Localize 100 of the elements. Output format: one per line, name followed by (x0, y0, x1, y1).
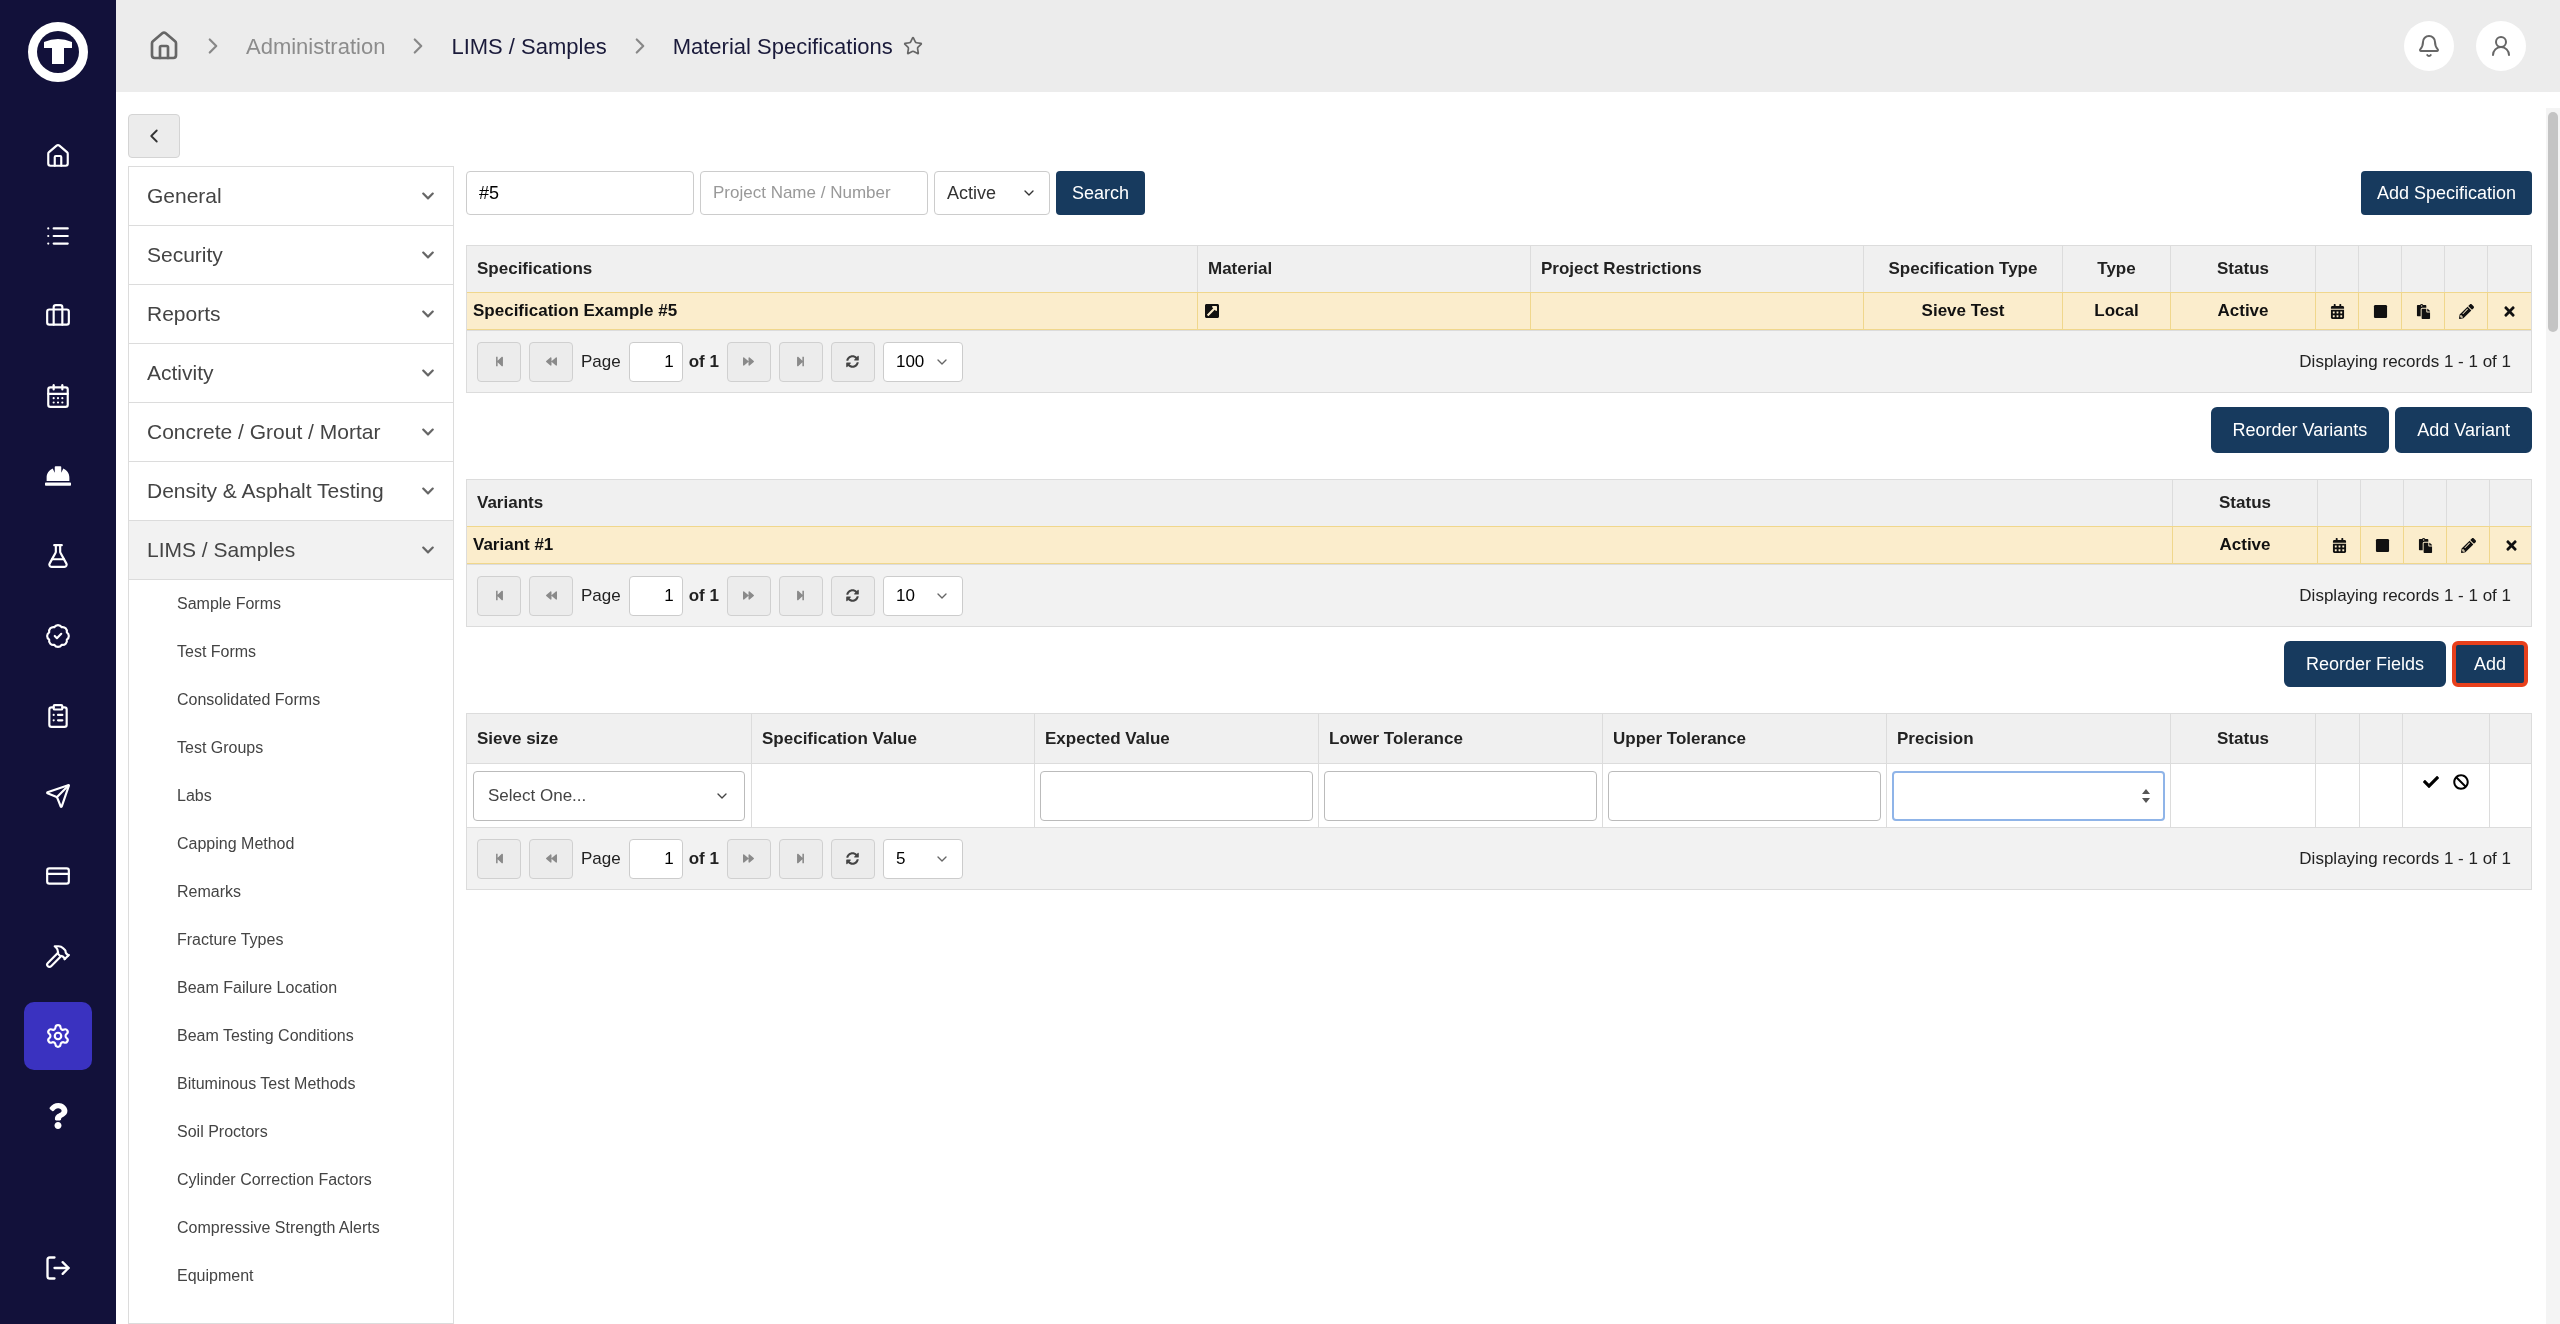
table-cell-text: Active (2217, 300, 2269, 323)
sidebar-section[interactable]: LIMS / Samples (129, 521, 453, 580)
breadcrumb-link[interactable]: Material Specifications (672, 29, 893, 63)
rewind-icon (545, 356, 557, 367)
spinner-icon[interactable] (2141, 787, 2151, 804)
page-field[interactable]: 1 (628, 341, 683, 382)
page-size-select[interactable]: 10 (882, 575, 963, 616)
first-page-button[interactable] (477, 341, 521, 382)
paste-icon[interactable] (2415, 303, 2431, 319)
page-size-select[interactable]: 5 (882, 838, 963, 879)
page-field[interactable]: 1 (628, 575, 683, 616)
check-icon[interactable] (2423, 774, 2439, 790)
project-field[interactable]: Project Name / Number (700, 171, 928, 215)
column-header: Specification Value (762, 727, 917, 750)
sidebar-item[interactable]: Beam Testing Conditions (129, 1012, 453, 1060)
column-header: Status (2217, 258, 2269, 281)
action-button[interactable]: Reorder Variants (2210, 407, 2390, 453)
refresh-icon (846, 355, 860, 368)
column-header: Specification Type (1888, 258, 2038, 281)
table-row[interactable]: Specification Example #5 Sieve Test Local Active (467, 292, 2531, 330)
value-field[interactable] (1324, 770, 1597, 821)
next-page-button[interactable] (726, 341, 771, 382)
refresh-button[interactable] (830, 575, 875, 616)
sidebar-item[interactable]: Sample Forms (129, 580, 453, 628)
status-select[interactable]: Active (934, 171, 1050, 215)
value-field[interactable] (1608, 770, 1881, 821)
page-count: of 1 (688, 847, 719, 870)
sidebar-item[interactable]: Compressive Strength Alerts (129, 1204, 453, 1252)
sidebar-item[interactable]: Consolidated Forms (129, 676, 453, 724)
breadcrumb-link[interactable]: LIMS / Samples (451, 29, 607, 63)
cancel-icon[interactable] (2453, 774, 2469, 790)
action-button[interactable]: Add Variant (2395, 407, 2532, 453)
column-header: Project Restrictions (1541, 258, 1702, 281)
sidebar-item[interactable]: Test Groups (129, 724, 453, 772)
fast-forward-icon (743, 356, 755, 367)
sidebar-item[interactable]: Capping Method (129, 820, 453, 868)
edit-icon[interactable] (2458, 303, 2474, 319)
sidebar-item[interactable]: Remarks (129, 868, 453, 916)
column-header: Specifications (477, 258, 593, 281)
fast-forward-icon (743, 590, 755, 601)
sidebar-item[interactable]: Cylinder Correction Factors (129, 1156, 453, 1204)
rewind-icon (545, 853, 557, 864)
value-field[interactable] (1040, 770, 1313, 821)
sidebar-item[interactable]: Beam Failure Location (129, 964, 453, 1012)
user-button[interactable] (2476, 21, 2526, 71)
next-page-button[interactable] (726, 838, 771, 879)
sidebar-item[interactable]: Test Forms (129, 628, 453, 676)
user-icon (2489, 34, 2513, 58)
sidebar-item[interactable]: Labs (129, 772, 453, 820)
page-field[interactable]: 1 (628, 838, 683, 879)
action-button[interactable]: Reorder Fields (2283, 641, 2446, 687)
page-count: of 1 (688, 584, 719, 607)
column-header: Material (1208, 258, 1273, 281)
fast-forward-icon (743, 853, 755, 864)
paste-icon[interactable] (2417, 537, 2433, 553)
previous-page-button[interactable] (529, 341, 573, 382)
settings-icon[interactable] (24, 1002, 92, 1070)
action-button[interactable]: Add (2451, 641, 2528, 687)
value-field[interactable] (1892, 770, 2165, 821)
search-button[interactable]: Search (1056, 171, 1146, 215)
page-size-select[interactable]: 100 (882, 341, 963, 382)
previous-page-button[interactable] (529, 575, 573, 616)
add-specification-button[interactable]: Add Specification (2360, 171, 2532, 215)
search-field[interactable]: #5 (466, 171, 694, 215)
calendar-icon[interactable] (2331, 537, 2347, 553)
refresh-icon (846, 852, 860, 865)
column-header: Lower Tolerance (1329, 727, 1463, 750)
sieve-size-select[interactable]: Select One... (473, 770, 745, 821)
stop-icon[interactable] (2374, 537, 2390, 553)
last-page-button[interactable] (778, 575, 823, 616)
previous-page-button[interactable] (529, 838, 573, 879)
sidebar-item[interactable]: Soil Proctors (129, 1108, 453, 1156)
table-cell-text: Sieve Test (1921, 300, 2005, 323)
last-page-button[interactable] (778, 341, 823, 382)
page-label: Page (581, 584, 621, 607)
sidebar-item[interactable]: Bituminous Test Methods (129, 1060, 453, 1108)
records-summary: Displaying records 1 - 1 of 1 (2299, 350, 2511, 373)
external-link-icon[interactable] (1204, 303, 1220, 319)
calendar-icon[interactable] (2329, 303, 2345, 319)
notification-button[interactable] (2404, 21, 2454, 71)
table-cell-text: Local (2094, 300, 2139, 323)
sidebar-item[interactable]: Fracture Types (129, 916, 453, 964)
table-row[interactable]: Variant #1 Active (467, 526, 2531, 564)
refresh-button[interactable] (830, 341, 875, 382)
first-page-button[interactable] (477, 838, 521, 879)
edit-icon[interactable] (2460, 537, 2476, 553)
column-header: Status (2219, 492, 2271, 515)
column-header: Status (2217, 727, 2269, 750)
next-page-button[interactable] (726, 575, 771, 616)
star-icon[interactable] (902, 36, 923, 56)
refresh-icon (846, 589, 860, 602)
refresh-button[interactable] (830, 838, 875, 879)
logout-icon[interactable] (44, 1254, 72, 1282)
last-page-button[interactable] (778, 838, 823, 879)
last-page-icon (795, 590, 807, 601)
stop-icon[interactable] (2372, 303, 2388, 319)
sidebar-item[interactable]: Equipment (129, 1252, 453, 1300)
logo-icon (28, 22, 88, 82)
table-cell-text: Active (2219, 534, 2271, 557)
first-page-button[interactable] (477, 575, 521, 616)
